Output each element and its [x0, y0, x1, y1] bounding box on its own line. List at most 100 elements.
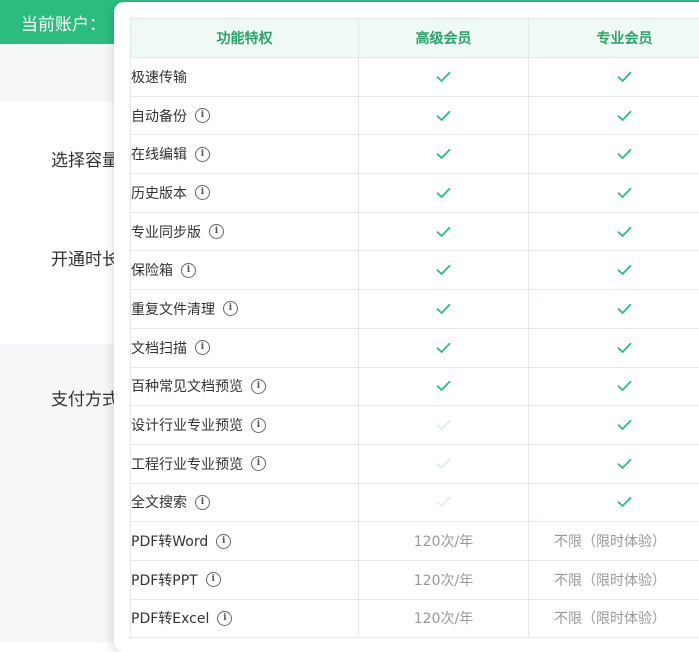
- account-label: 当前账户：: [21, 10, 106, 35]
- feature-name-cell: 在线编辑 i: [131, 135, 359, 174]
- info-icon[interactable]: i: [195, 185, 210, 200]
- header-pro-member: 专业会员: [529, 19, 699, 58]
- check-icon: [529, 444, 699, 483]
- feature-comparison-table: 功能特权 高级会员 专业会员 极速传输自动备份 i 在线编辑 i 历史版本 i 专业同步版 i…: [130, 18, 699, 638]
- info-icon[interactable]: i: [216, 534, 231, 549]
- info-icon[interactable]: i: [251, 379, 266, 394]
- info-icon[interactable]: i: [217, 611, 232, 626]
- feature-name-cell: 工程行业专业预览 i: [131, 444, 359, 483]
- feature-limit-value: 120次/年: [359, 560, 529, 599]
- info-icon[interactable]: i: [209, 224, 224, 239]
- check-icon: [529, 483, 699, 522]
- check-icon: [359, 58, 529, 97]
- info-icon[interactable]: i: [181, 263, 196, 278]
- header-feature: 功能特权: [131, 19, 359, 58]
- check-icon: [359, 367, 529, 406]
- check-icon: [359, 96, 529, 135]
- feature-name-cell: PDF转PPT i: [131, 560, 359, 599]
- table-row: PDF转PPT i 120次/年不限（限时体验）: [131, 560, 699, 599]
- check-icon: [529, 367, 699, 406]
- check-icon: [529, 135, 699, 174]
- feature-name: 极速传输: [131, 70, 187, 86]
- info-icon[interactable]: i: [223, 301, 238, 316]
- feature-name: PDF转Word: [131, 534, 208, 550]
- info-icon[interactable]: i: [195, 108, 210, 123]
- check-icon: [359, 135, 529, 174]
- payment-label: 支付方式: [51, 385, 119, 410]
- table-row: 历史版本 i: [131, 174, 699, 213]
- check-icon: [359, 251, 529, 290]
- table-row: 在线编辑 i: [131, 135, 699, 174]
- feature-limit-value: 不限（限时体验）: [529, 560, 699, 599]
- feature-name-cell: 专业同步版 i: [131, 212, 359, 251]
- feature-name-cell: 全文搜索 i: [131, 483, 359, 522]
- table-header-row: 功能特权 高级会员 专业会员: [131, 19, 699, 58]
- check-disabled-icon: [359, 444, 529, 483]
- feature-limit-value: 不限（限时体验）: [529, 599, 699, 638]
- check-icon: [529, 406, 699, 445]
- check-icon: [529, 212, 699, 251]
- info-icon[interactable]: i: [206, 572, 221, 587]
- table-row: 自动备份 i: [131, 96, 699, 135]
- info-icon[interactable]: i: [195, 495, 210, 510]
- background-panel-middle: [0, 102, 120, 344]
- table-row: 专业同步版 i: [131, 212, 699, 251]
- feature-name-cell: 设计行业专业预览 i: [131, 406, 359, 445]
- feature-limit-value: 120次/年: [359, 522, 529, 561]
- feature-name: 全文搜索: [131, 495, 187, 511]
- info-icon[interactable]: i: [195, 340, 210, 355]
- feature-name: 专业同步版: [131, 225, 201, 241]
- table-row: 设计行业专业预览 i: [131, 406, 699, 445]
- table-row: 文档扫描 i: [131, 328, 699, 367]
- check-icon: [529, 251, 699, 290]
- table-row: PDF转Word i 120次/年不限（限时体验）: [131, 522, 699, 561]
- check-icon: [359, 212, 529, 251]
- feature-limit-value: 120次/年: [359, 599, 529, 638]
- check-icon: [529, 290, 699, 329]
- feature-name-cell: PDF转Word i: [131, 522, 359, 561]
- feature-name: 在线编辑: [131, 147, 187, 163]
- check-disabled-icon: [359, 483, 529, 522]
- feature-limit-value: 不限（限时体验）: [529, 522, 699, 561]
- feature-name: 自动备份: [131, 109, 187, 125]
- feature-name-cell: 百种常见文档预览 i: [131, 367, 359, 406]
- table-row: 百种常见文档预览 i: [131, 367, 699, 406]
- feature-name: PDF转Excel: [131, 611, 209, 627]
- info-icon[interactable]: i: [251, 456, 266, 471]
- background-panel-top: [0, 44, 120, 103]
- feature-name-cell: 重复文件清理 i: [131, 290, 359, 329]
- feature-name: 保险箱: [131, 263, 173, 279]
- check-icon: [529, 328, 699, 367]
- check-disabled-icon: [359, 406, 529, 445]
- feature-name: 历史版本: [131, 186, 187, 202]
- feature-name-cell: 历史版本 i: [131, 174, 359, 213]
- feature-name-cell: PDF转Excel i: [131, 599, 359, 638]
- table-row: 极速传输: [131, 58, 699, 97]
- info-icon[interactable]: i: [195, 147, 210, 162]
- check-icon: [529, 96, 699, 135]
- check-icon: [529, 174, 699, 213]
- duration-label: 开通时长: [51, 245, 119, 270]
- check-icon: [359, 290, 529, 329]
- feature-name-cell: 保险箱 i: [131, 251, 359, 290]
- capacity-label: 选择容量: [51, 146, 119, 171]
- feature-name-cell: 文档扫描 i: [131, 328, 359, 367]
- feature-name: 设计行业专业预览: [131, 418, 243, 434]
- check-icon: [529, 58, 699, 97]
- feature-name-cell: 极速传输: [131, 58, 359, 97]
- table-row: 全文搜索 i: [131, 483, 699, 522]
- feature-name-cell: 自动备份 i: [131, 96, 359, 135]
- feature-name: 百种常见文档预览: [131, 379, 243, 395]
- feature-name: 重复文件清理: [131, 302, 215, 318]
- table-row: PDF转Excel i 120次/年不限（限时体验）: [131, 599, 699, 638]
- feature-name: 工程行业专业预览: [131, 457, 243, 473]
- check-icon: [359, 174, 529, 213]
- table-row: 工程行业专业预览 i: [131, 444, 699, 483]
- check-icon: [359, 328, 529, 367]
- feature-name: 文档扫描: [131, 341, 187, 357]
- header-advanced-member: 高级会员: [359, 19, 529, 58]
- table-row: 保险箱 i: [131, 251, 699, 290]
- table-row: 重复文件清理 i: [131, 290, 699, 329]
- info-icon[interactable]: i: [251, 418, 266, 433]
- feature-name: PDF转PPT: [131, 573, 198, 589]
